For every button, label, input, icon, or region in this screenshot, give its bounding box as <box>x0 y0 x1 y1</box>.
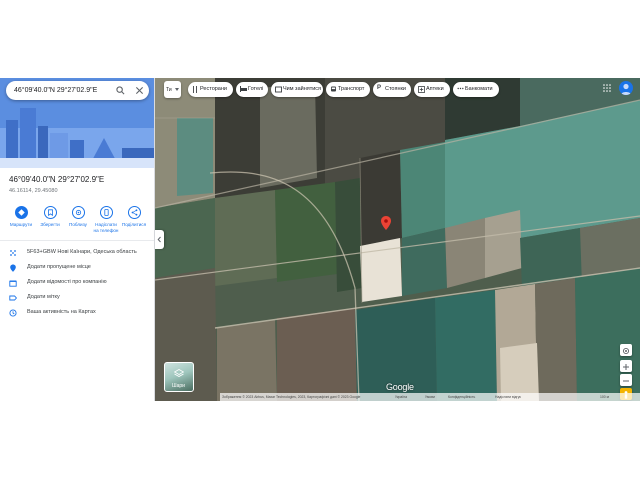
history-icon <box>9 309 17 317</box>
place-panel: 46°09'40.0"N 29°27'02.9"E 46.16114, 29.4… <box>0 78 155 401</box>
directions-label: Маршрути <box>9 222 33 227</box>
terms-link[interactable]: Умови <box>425 395 435 399</box>
search-input[interactable] <box>14 81 114 100</box>
chip-restaurants[interactable]: Ресторани <box>188 82 233 97</box>
chip-restaurants-label: Ресторани <box>200 86 227 92</box>
google-logo: Google <box>386 382 414 392</box>
feedback-link[interactable]: Надіслати відгук <box>495 395 521 399</box>
maps-app: 46°09'40.0"N 29°27'02.9"E 46.16114, 29.4… <box>0 78 640 401</box>
chip-things-to-do-label: Чим зайнятися <box>283 86 322 92</box>
user-avatar-icon <box>621 83 631 95</box>
transit-icon <box>331 86 336 92</box>
chip-parking-label: Стоянки <box>385 86 406 92</box>
layers-icon <box>174 369 184 377</box>
send-to-phone-label: Надіслати на телефон <box>93 222 119 233</box>
parking-icon: P <box>377 85 382 91</box>
attribution-country: Україна <box>395 395 407 399</box>
nearby-icon <box>71 206 85 219</box>
hotel-icon <box>240 86 247 92</box>
chip-atms-label: Банкомати <box>465 86 493 92</box>
plus-code-text: 5F63+GBW Нові Каїнари, Одеська область <box>27 249 137 255</box>
things-to-do-icon <box>275 86 282 93</box>
maps-activity-text: Ваша активність на Картах <box>27 309 96 315</box>
chip-transit-label: Транспорт <box>338 86 365 92</box>
send-to-phone-icon <box>99 206 113 219</box>
place-title: 46°09'40.0"N 29°27'02.9"E <box>9 175 105 184</box>
place-decimal-coordinates: 46.16114, 29.45080 <box>9 188 58 194</box>
chip-hotels[interactable]: Готелі <box>236 82 268 97</box>
save-label: Зберегти <box>40 222 60 227</box>
add-place-icon <box>10 264 16 272</box>
layers-button[interactable]: Шари <box>164 362 194 392</box>
plus-code-row[interactable]: 5F63+GBW Нові Каїнари, Одеська область <box>0 247 154 259</box>
search-box[interactable] <box>6 81 149 100</box>
scale-label: 100 м <box>600 395 609 399</box>
nearby-button[interactable]: Поблизу <box>63 206 93 240</box>
chip-things-to-do[interactable]: Чим зайнятися <box>271 82 323 97</box>
directions-button[interactable]: Маршрути <box>6 206 36 240</box>
maps-activity-row[interactable]: Ваша активність на Картах <box>0 307 154 319</box>
chip-transit[interactable]: Транспорт <box>326 82 370 97</box>
my-location-button[interactable] <box>620 344 632 356</box>
add-business-row[interactable]: Додати відомості про компанію <box>0 277 154 289</box>
add-missing-place-row[interactable]: Додати пропущене місце <box>0 262 154 274</box>
add-label-row[interactable]: Додати мітку <box>0 292 154 304</box>
location-pin-icon[interactable] <box>381 216 391 230</box>
nearby-label: Поблизу <box>69 222 87 227</box>
chip-hotels-label: Готелі <box>248 86 264 92</box>
chip-pharmacies-label: Аптеки <box>426 86 444 92</box>
save-button[interactable]: Зберегти <box>35 206 65 240</box>
zoom-out-button[interactable] <box>620 374 632 386</box>
layer-select-value: Ти <box>166 87 172 93</box>
business-icon <box>9 280 17 287</box>
attribution-bar: Зображення © 2023 Airbus, Maxar Technolo… <box>220 393 640 401</box>
place-actions: Маршрути Зберегти Поблизу Надіслати на т… <box>0 206 154 240</box>
privacy-link[interactable]: Конфіденційність <box>448 395 475 399</box>
chip-atms[interactable]: Банкомати <box>453 82 499 97</box>
layer-select[interactable]: Ти <box>164 81 181 98</box>
pharmacy-icon <box>418 86 425 93</box>
divider <box>0 240 154 241</box>
close-icon[interactable] <box>135 86 144 95</box>
zoom-in-button[interactable] <box>620 360 632 372</box>
share-button[interactable]: Поділитися <box>119 206 149 240</box>
chip-pharmacies[interactable]: Аптеки <box>414 82 450 97</box>
collapse-panel-button[interactable] <box>155 230 164 249</box>
add-missing-place-text: Додати пропущене місце <box>27 264 91 270</box>
atm-icon <box>457 87 464 90</box>
bookmark-icon <box>43 206 57 219</box>
chevron-down-icon <box>175 88 179 91</box>
plus-code-icon <box>10 250 16 256</box>
directions-icon <box>14 206 28 219</box>
satellite-map[interactable] <box>155 78 640 401</box>
label-icon <box>9 295 17 301</box>
minus-icon <box>623 380 629 382</box>
search-icon[interactable] <box>116 86 125 95</box>
share-icon <box>127 206 141 219</box>
layers-label: Шари <box>172 383 185 389</box>
restaurant-icon <box>193 86 197 93</box>
my-location-icon <box>622 347 630 355</box>
plus-icon <box>623 364 629 370</box>
apps-grid-icon[interactable] <box>603 84 611 92</box>
chevron-left-icon <box>157 236 161 243</box>
share-label: Поділитися <box>121 222 147 227</box>
satellite-imagery[interactable] <box>155 78 640 401</box>
attribution-copyright: Зображення © 2023 Airbus, Maxar Technolo… <box>222 395 361 399</box>
account-avatar[interactable] <box>619 81 633 95</box>
chip-parking[interactable]: P Стоянки <box>373 82 411 97</box>
add-label-text: Додати мітку <box>27 294 60 300</box>
add-business-text: Додати відомості про компанію <box>27 279 107 285</box>
send-to-phone-button[interactable]: Надіслати на телефон <box>91 206 121 240</box>
